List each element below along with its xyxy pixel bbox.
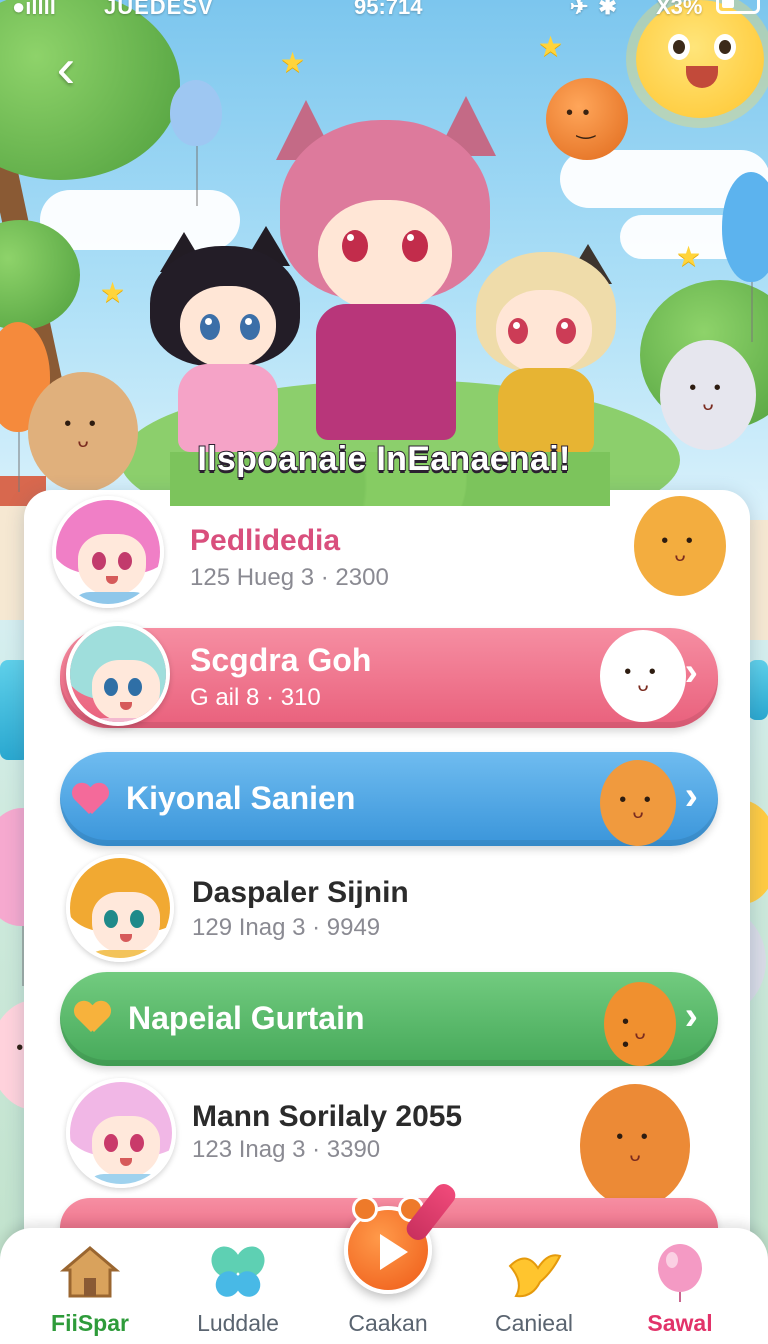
avatar — [66, 854, 174, 962]
list-item[interactable]: › Kiyonal Sanien — [60, 752, 720, 852]
nav-item-canieal[interactable]: Canieal — [464, 1228, 604, 1344]
list-item-meta: G ail 8 · 310 — [190, 684, 321, 711]
nav-item-sawal[interactable]: Sawal — [610, 1228, 750, 1344]
list-item-title: Mann Sorilaly 2055 — [192, 1100, 463, 1133]
star-icon: ★ — [538, 31, 564, 62]
balloon — [722, 172, 768, 342]
status-icons: ✈✱ — [570, 0, 627, 19]
pool — [748, 660, 768, 720]
battery-icon — [716, 0, 760, 14]
list-item-meta: 125 Hueg 3 · 2300 — [190, 564, 389, 591]
nav-label: Luddale — [197, 1310, 279, 1336]
list-item[interactable]: › Napeial Gurtain — [60, 972, 720, 1072]
balloon-icon — [658, 1244, 702, 1302]
star-icon: ★ — [280, 47, 306, 78]
chevron-right-icon: › — [684, 650, 698, 694]
house — [748, 520, 768, 640]
carrier-name: JUEDESV — [104, 0, 214, 19]
list-item-title: Scgdra Goh — [190, 642, 372, 678]
list-item-title: Pedlidedia — [190, 524, 341, 557]
character-blonde-hair — [470, 238, 620, 458]
status-bar: ●ıllll JUEDESV 95:714 ✈✱ X3% — [0, 0, 768, 30]
mouse-mascot — [660, 340, 756, 450]
list-item[interactable]: Mann Sorilaly 2055 123 Inag 3 · 3390 — [24, 1074, 750, 1208]
list-item[interactable]: › Scgdra Goh G ail 8 · 310 — [60, 622, 720, 732]
heart-icon — [72, 784, 106, 814]
cat-mascot — [634, 496, 726, 596]
fox-mascot — [580, 1084, 690, 1208]
character-pink-hair — [270, 90, 500, 440]
avatar — [66, 622, 170, 726]
chevron-left-icon: ‹ — [56, 36, 76, 99]
chevron-right-icon: › — [684, 774, 698, 818]
avatar — [66, 1078, 176, 1188]
list-item[interactable]: Pedlidedia 125 Hueg 3 · 2300 — [24, 492, 750, 616]
fox-mascot — [604, 982, 676, 1066]
bird-icon — [508, 1254, 562, 1298]
nav-label: Caakan — [348, 1310, 428, 1336]
back-button[interactable]: ‹ — [38, 36, 94, 100]
avatar — [52, 496, 164, 608]
nav-item-home[interactable]: FiiSpar — [20, 1228, 160, 1344]
orange-orb-mascot — [546, 78, 628, 160]
list-item-title: Napeial Gurtain — [128, 1000, 365, 1036]
nav-item-luddale[interactable]: Luddale — [168, 1228, 308, 1344]
list-item[interactable]: Daspaler Sijnin 129 Inag 3 · 9949 — [24, 852, 750, 968]
heart-icon — [74, 1002, 108, 1032]
star-icon: ★ — [100, 277, 126, 308]
list-item-meta: 129 Inag 3 · 9949 — [192, 914, 381, 941]
list-item-title: Kiyonal Sanien — [126, 780, 356, 816]
nav-label: Sawal — [647, 1310, 713, 1336]
play-icon — [380, 1234, 408, 1270]
star-icon: ★ — [676, 241, 702, 272]
list-item-meta: 123 Inag 3 · 3390 — [192, 1136, 381, 1163]
page-title: Ilspoanaie InEanaenai! — [196, 439, 571, 479]
cat-mascot — [600, 630, 686, 722]
nav-label: FiiSpar — [51, 1310, 129, 1336]
butterfly-icon — [211, 1246, 265, 1297]
list-item-title: Daspaler Sijnin — [192, 876, 409, 909]
nav-label: Canieal — [495, 1310, 573, 1336]
chevron-right-icon: › — [684, 994, 698, 1038]
balloon — [170, 80, 222, 206]
battery-percent: X3% — [656, 0, 703, 19]
signal-icon: ●ıllll — [12, 0, 56, 19]
bear-mascot — [600, 760, 676, 846]
house-icon — [60, 1246, 120, 1298]
clock: 95:714 — [354, 0, 423, 19]
